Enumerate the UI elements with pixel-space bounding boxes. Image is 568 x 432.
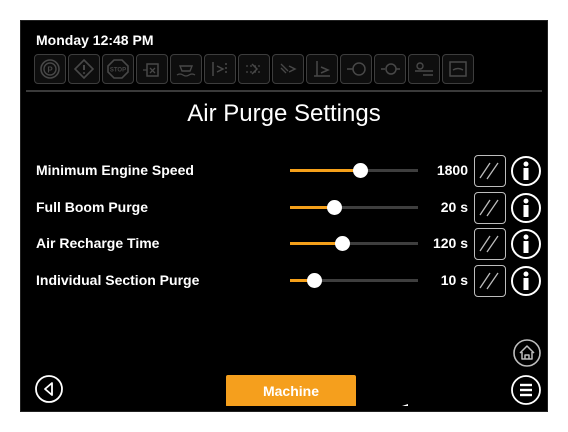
engine-oil-icon (340, 54, 372, 84)
info-button[interactable] (510, 265, 542, 297)
svg-text:STOP: STOP (110, 68, 126, 74)
info-button[interactable] (510, 192, 542, 224)
warning-icon (68, 54, 100, 84)
status-header: Monday 12:48 PM P STOP (26, 26, 542, 92)
fuel-gauge-icon (442, 54, 474, 84)
page-title: Air Purge Settings (187, 100, 381, 127)
boom-icon (170, 54, 202, 84)
pointer-arrow-icon (402, 404, 408, 406)
date-time: Monday 12:48 PM (36, 32, 154, 48)
tank-icon (136, 54, 168, 84)
menu-button[interactable] (510, 374, 542, 406)
air-recharge-slider[interactable] (290, 236, 418, 251)
boom-purge-slider[interactable] (290, 200, 418, 215)
menu-icon (511, 375, 541, 405)
home-icon (513, 339, 541, 367)
info-icon (511, 229, 541, 259)
edit-button[interactable] (474, 155, 506, 187)
hydraulic-icon (408, 54, 440, 84)
setting-label: Air Recharge Time (36, 235, 160, 251)
setting-row-individual-section-purge: Individual Section Purge 10 s (26, 264, 542, 298)
slider-handle[interactable] (327, 200, 343, 215)
status-icon-bar: P STOP (34, 54, 474, 84)
setting-value: 10 s (440, 272, 468, 288)
section-purge-slider[interactable] (290, 273, 418, 288)
edit-icon (479, 272, 499, 290)
machine-button[interactable]: Machine (226, 375, 356, 406)
edit-button[interactable] (474, 265, 506, 297)
edit-icon (479, 235, 499, 253)
center-section-icon (238, 54, 270, 84)
edit-icon (479, 162, 499, 180)
back-button[interactable] (34, 374, 64, 404)
boom-height-icon (306, 54, 338, 84)
display-screen: Monday 12:48 PM P STOP Air Purge Setting… (26, 26, 542, 406)
right-section-icon (272, 54, 304, 84)
info-icon (511, 266, 541, 296)
slider-fill (290, 169, 361, 172)
parking-brake-icon: P (34, 54, 66, 84)
engine-temp-icon (374, 54, 406, 84)
slider-handle[interactable] (352, 163, 368, 178)
stop-icon: STOP (102, 54, 134, 84)
back-arrow-icon (35, 375, 63, 403)
setting-row-air-recharge-time: Air Recharge Time 120 s (26, 227, 542, 261)
info-button[interactable] (510, 155, 542, 187)
info-icon (511, 156, 541, 186)
setting-value: 20 s (440, 199, 468, 215)
left-section-icon (204, 54, 236, 84)
edit-button[interactable] (474, 192, 506, 224)
info-button[interactable] (510, 228, 542, 260)
slider-handle[interactable] (306, 273, 322, 288)
slider-handle[interactable] (334, 236, 350, 251)
setting-label: Full Boom Purge (36, 199, 148, 215)
edit-icon (479, 199, 499, 217)
setting-label: Individual Section Purge (36, 272, 200, 288)
setting-value: 1800 (436, 162, 468, 178)
setting-row-minimum-engine-speed: Minimum Engine Speed 1800 (26, 154, 542, 188)
info-icon (511, 193, 541, 223)
setting-row-full-boom-purge: Full Boom Purge 20 s (26, 191, 542, 225)
engine-speed-slider[interactable] (290, 163, 418, 178)
setting-label: Minimum Engine Speed (36, 162, 194, 178)
setting-value: 120 s (432, 235, 468, 251)
svg-text:P: P (47, 66, 53, 75)
home-button[interactable] (512, 338, 542, 368)
edit-button[interactable] (474, 228, 506, 260)
